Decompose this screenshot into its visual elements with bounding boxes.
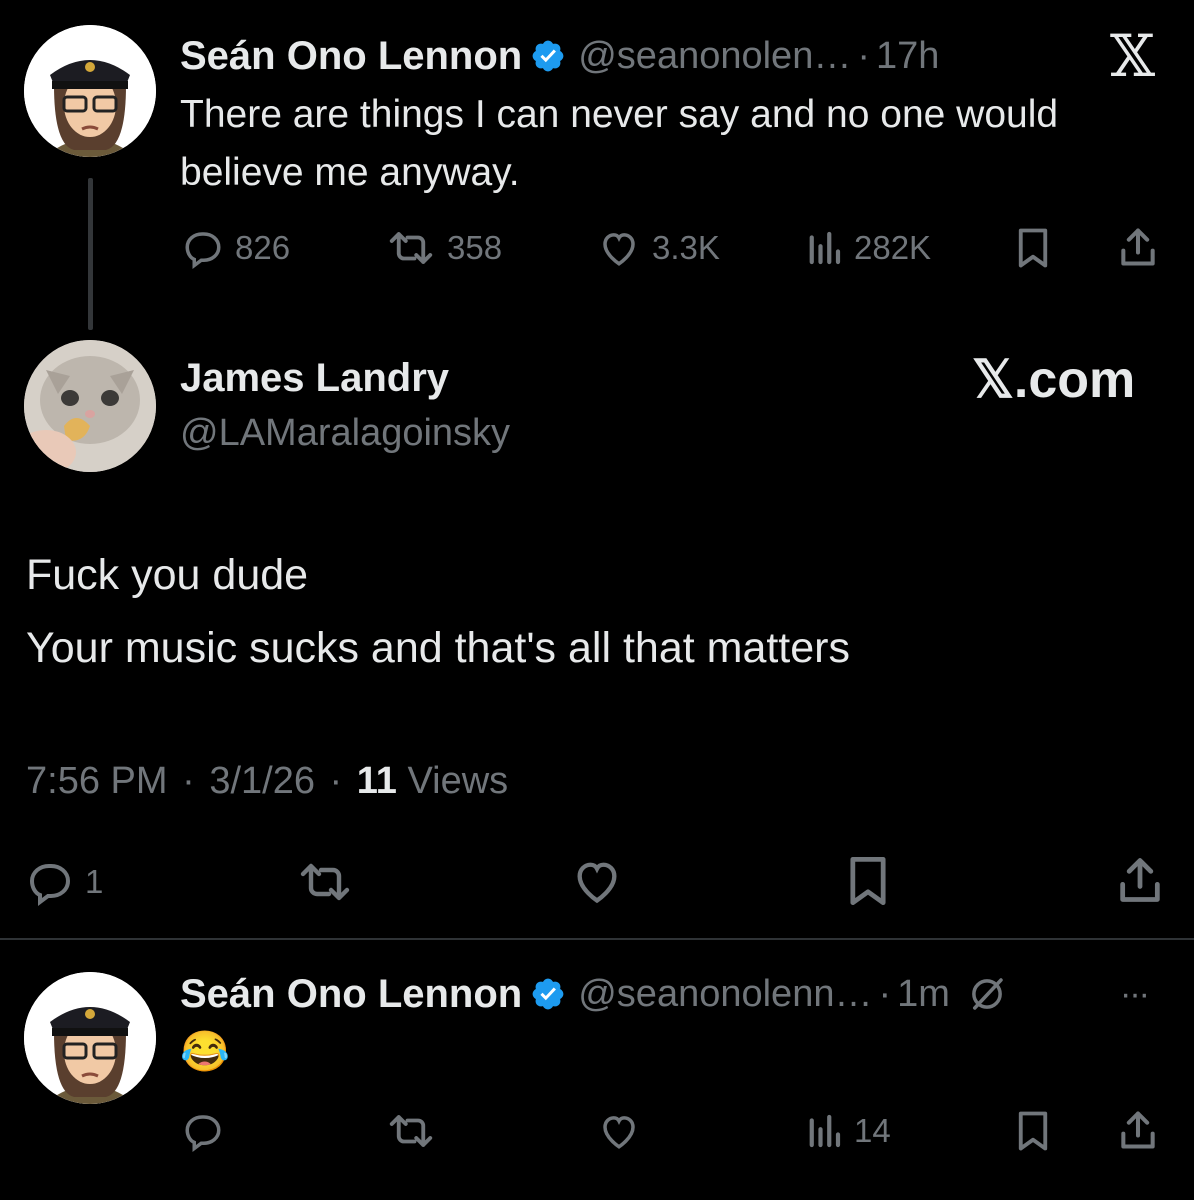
- response-views-button[interactable]: 14: [804, 1110, 891, 1152]
- reply-icon: [185, 1115, 221, 1152]
- response-timestamp[interactable]: 1m: [897, 973, 950, 1016]
- response-like-button[interactable]: [596, 1110, 642, 1157]
- bookmark-icon: [850, 856, 886, 906]
- response-share-button[interactable]: [1116, 1108, 1160, 1157]
- reply-tweet-share-button[interactable]: [1114, 853, 1166, 912]
- repost-icon: [389, 1115, 433, 1147]
- like-count: 3.3K: [652, 229, 720, 266]
- reply-views-count: 11: [356, 760, 397, 802]
- heart-icon: [603, 1116, 635, 1149]
- grok-icon[interactable]: [966, 973, 1008, 1015]
- more-options-icon[interactable]: ···: [1120, 975, 1150, 1014]
- response-header: Seán Ono Lennon @seanonolenn… · 1m: [180, 968, 1008, 1020]
- reply-icon: [29, 864, 71, 906]
- timestamp[interactable]: 17h: [876, 35, 939, 78]
- views-button[interactable]: 282K: [804, 227, 931, 269]
- verified-badge-icon: [532, 978, 564, 1010]
- reply-author-name[interactable]: James Landry: [180, 356, 449, 401]
- separator: ·: [857, 34, 870, 77]
- verified-badge-icon: [532, 40, 564, 72]
- tweet-text: There are things I can never say and no …: [180, 93, 1059, 194]
- reply-tweet-reply-button[interactable]: 1: [25, 858, 103, 906]
- reply-author-handle[interactable]: @LAMaralagoinsky: [180, 412, 510, 455]
- reply-icon: [185, 232, 221, 269]
- reply-button[interactable]: 826: [181, 227, 290, 269]
- response-reply-button[interactable]: [181, 1110, 225, 1157]
- heart-icon: [577, 862, 617, 904]
- avatar-james[interactable]: [24, 340, 156, 472]
- response-author-handle[interactable]: @seanonolenn…: [578, 973, 872, 1016]
- like-button[interactable]: 3.3K: [596, 227, 720, 269]
- views-icon: [809, 1114, 841, 1148]
- views-count: 282K: [854, 229, 932, 266]
- response-text: 😂: [180, 1030, 230, 1074]
- reply-tweet-reply-count: 1: [85, 863, 104, 900]
- repost-button[interactable]: 358: [385, 227, 502, 269]
- divider: [0, 938, 1194, 940]
- tweet-header: Seán Ono Lennon @seanonolen… · 17h: [180, 30, 939, 82]
- reply-tweet-like-button[interactable]: [569, 855, 625, 912]
- reply-count: 826: [235, 229, 291, 266]
- avatar-sean-top[interactable]: [24, 25, 156, 157]
- author-name[interactable]: Seán Ono Lennon: [180, 34, 522, 79]
- meta-sep: ·: [329, 760, 343, 802]
- reply-date[interactable]: 3/1/26: [209, 760, 315, 802]
- reply-text-line-2: Your music sucks and that's all that mat…: [26, 624, 850, 672]
- reply-text-line-1: Fuck you dude: [26, 551, 309, 599]
- share-icon: [1121, 1111, 1155, 1149]
- share-icon[interactable]: [1116, 225, 1160, 274]
- reply-meta: 7:56 PM · 3/1/26 · 11 Views: [26, 760, 508, 803]
- repost-icon: [300, 863, 350, 901]
- heart-icon: [603, 233, 635, 266]
- share-icon: [1120, 858, 1160, 902]
- reply-tweet-bookmark-button[interactable]: [846, 855, 890, 912]
- x-com-brand: 𝕏.com: [972, 351, 1136, 409]
- repost-icon: [389, 232, 433, 264]
- repost-count: 358: [447, 229, 503, 266]
- response-repost-button[interactable]: [385, 1110, 437, 1157]
- response-views-count: 14: [854, 1112, 891, 1149]
- meta-sep: ·: [182, 760, 195, 802]
- response-author-name[interactable]: Seán Ono Lennon: [180, 972, 522, 1017]
- reply-views-label: Views: [407, 760, 509, 802]
- views-icon: [809, 231, 841, 265]
- separator: ·: [878, 972, 892, 1015]
- reply-time[interactable]: 7:56 PM: [26, 760, 168, 802]
- reply-tweet-repost-button[interactable]: [296, 858, 354, 911]
- avatar-sean-bottom[interactable]: [24, 972, 156, 1104]
- thread-line: [88, 178, 93, 330]
- bookmark-icon[interactable]: [1014, 227, 1052, 274]
- response-bookmark-button[interactable]: [1014, 1110, 1052, 1157]
- author-handle[interactable]: @seanonolen…: [578, 35, 851, 78]
- x-logo-icon: 𝕏: [1110, 22, 1156, 90]
- bookmark-icon: [1018, 1111, 1048, 1151]
